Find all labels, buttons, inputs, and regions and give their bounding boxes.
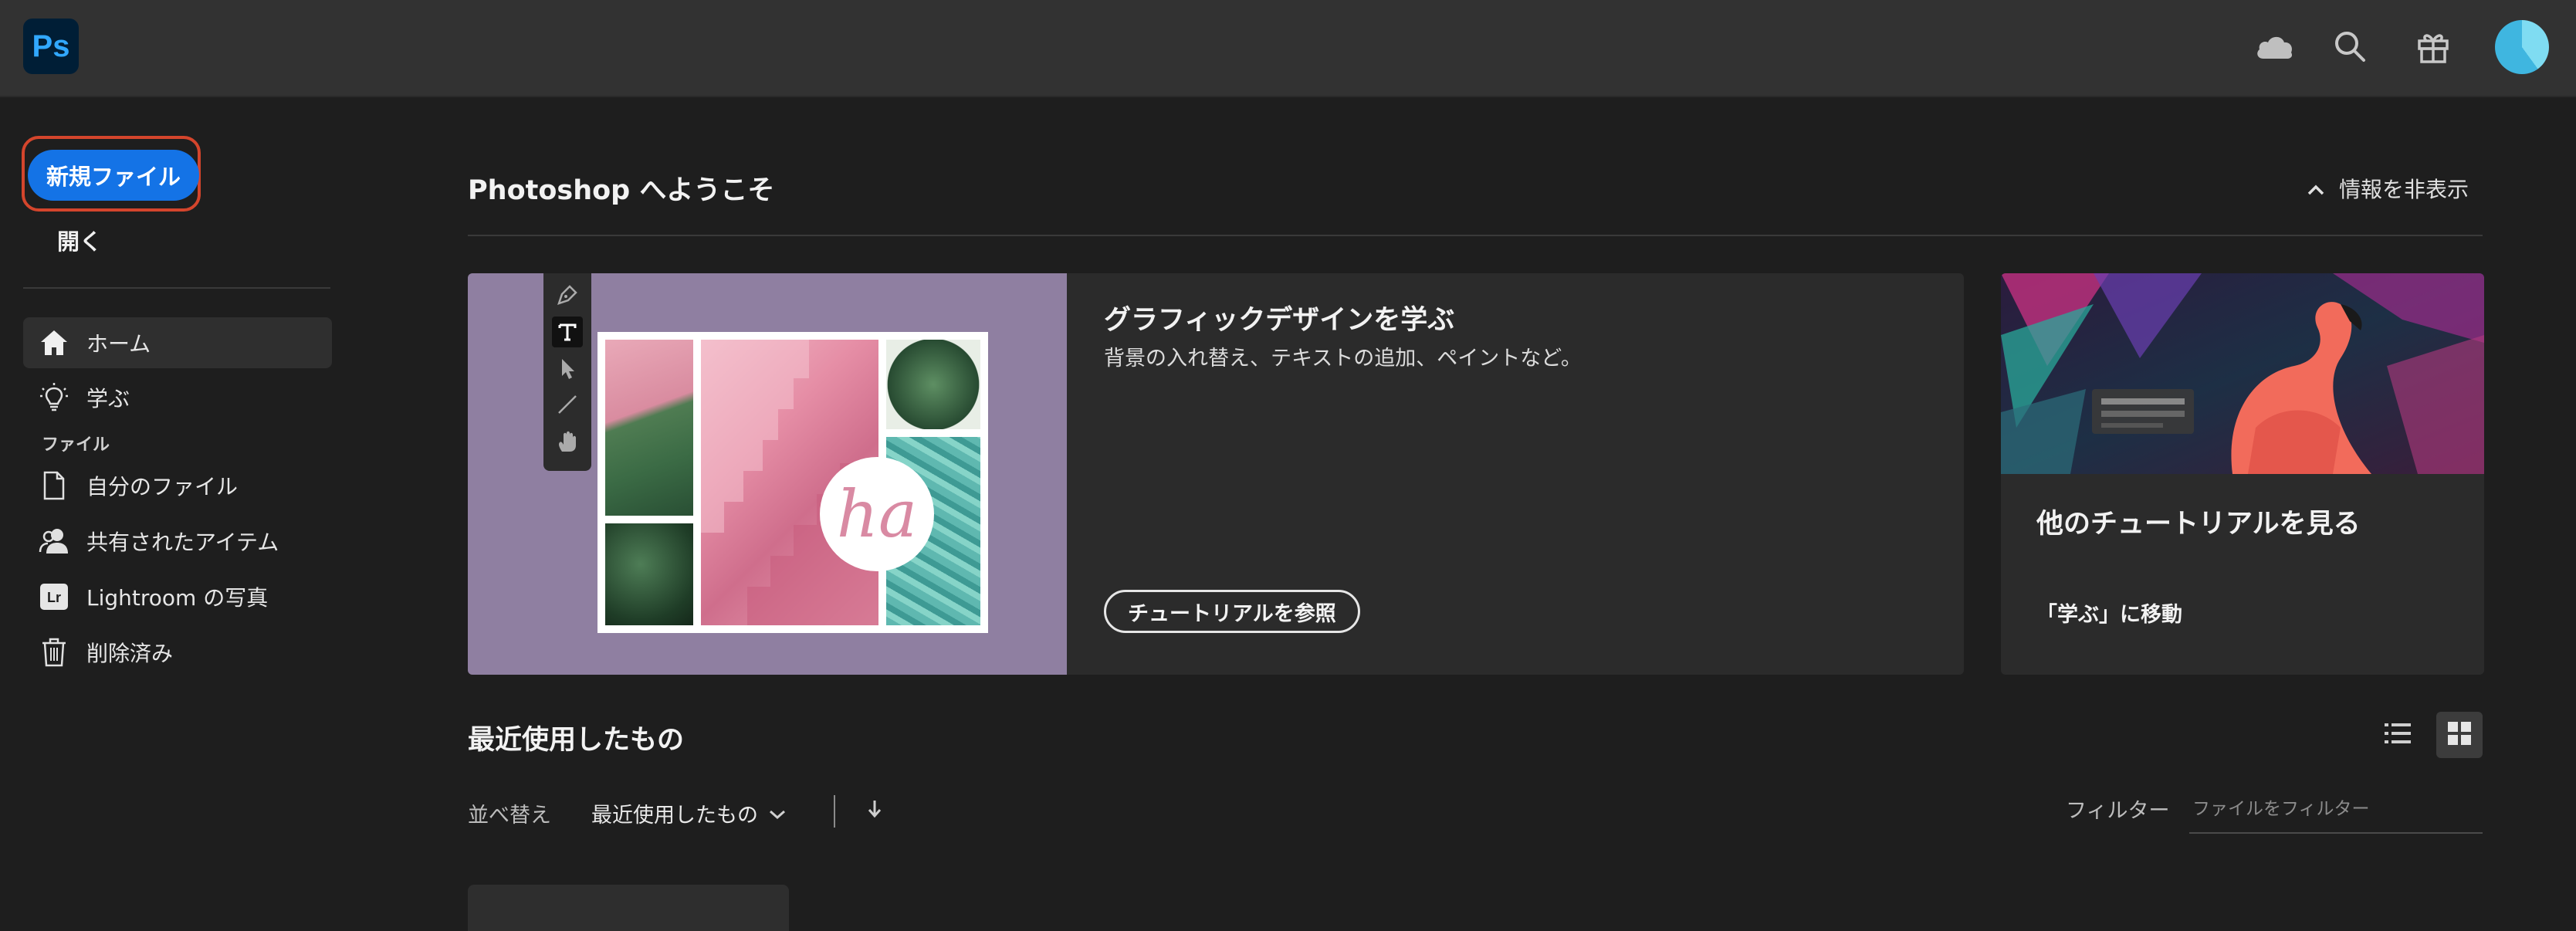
sidebar-item-shared[interactable]: 共有されたアイテム [23, 516, 332, 567]
view-tutorial-button[interactable]: チュートリアルを参照 [1104, 590, 1360, 633]
select-tool-icon [552, 354, 583, 384]
go-to-learn-link[interactable]: 「学ぶ」に移動 [2036, 598, 2182, 628]
sort-direction-button[interactable] [863, 795, 886, 826]
cactus-photo [605, 340, 693, 516]
sidebar-item-label: ホーム [86, 331, 151, 357]
home-icon [37, 326, 71, 360]
open-button[interactable]: 開く [57, 224, 102, 256]
arrow-down-icon [867, 798, 882, 823]
pen-tool-icon [552, 279, 583, 310]
sidebar-item-home[interactable]: ホーム [23, 317, 332, 368]
grid-view-button[interactable] [2436, 712, 2483, 758]
lightbulb-icon [37, 381, 71, 415]
trash-icon [37, 635, 71, 669]
tutorial-title: グラフィックデザインを学ぶ [1104, 305, 1455, 336]
design-collage: ha [597, 332, 988, 633]
sidebar-item-label: 削除済み [86, 641, 174, 666]
sidebar-item-label: 共有されたアイテム [86, 530, 279, 555]
filter-input[interactable] [2189, 786, 2483, 834]
tutorial-description: 背景の入れ替え、テキストの追加、ペイントなど。 [1104, 347, 1582, 371]
sort-divider [834, 795, 835, 828]
sidebar-item-deleted[interactable]: 削除済み [23, 627, 332, 678]
ha-logo-circle: ha [820, 457, 934, 571]
list-view-icon [2384, 722, 2412, 748]
sidebar-divider [23, 287, 330, 289]
sidebar-item-label: 学ぶ [86, 386, 130, 411]
files-section-heading: ファイル [42, 435, 110, 455]
hand-tool-icon [552, 426, 583, 457]
more-tutorials-title: 他のチュートリアルを見る [2036, 509, 2361, 540]
sidebar-item-my-files[interactable]: 自分のファイル [23, 460, 332, 511]
line-tool-icon [552, 389, 583, 420]
tutorial-illustration: ha [468, 273, 1067, 675]
filter-label: フィルター [2066, 799, 2170, 823]
grid-view-icon [2447, 721, 2472, 749]
chevron-up-icon [2307, 176, 2325, 201]
header-divider [468, 235, 2483, 236]
search-icon[interactable] [2327, 23, 2373, 69]
sort-dropdown[interactable]: 最近使用したもの [591, 798, 786, 828]
recent-section-title: 最近使用したもの [468, 725, 685, 756]
hide-info-toggle[interactable]: 情報を非表示 [2307, 173, 2469, 204]
ha-logo-text: ha [836, 476, 918, 552]
sidebar-item-lightroom[interactable]: Lr Lightroom の写真 [23, 571, 332, 622]
sidebar-item-label: 自分のファイル [86, 474, 239, 499]
document-icon [37, 469, 71, 503]
sort-value: 最近使用したもの [591, 804, 758, 828]
more-tutorials-card[interactable]: 他のチュートリアルを見る 「学ぶ」に移動 [2001, 273, 2484, 675]
flamingo-illustration [2001, 273, 2484, 474]
tools-panel-graphic [543, 273, 591, 471]
new-file-button[interactable]: 新規ファイル [28, 150, 199, 201]
sidebar-item-label: Lightroom の写真 [86, 585, 269, 611]
chevron-down-icon [769, 801, 786, 825]
monstera-photo [886, 340, 980, 429]
photoshop-logo[interactable]: Ps [23, 19, 79, 74]
avatar[interactable] [2495, 20, 2549, 74]
hide-info-label: 情報を非表示 [2339, 177, 2469, 202]
shared-users-icon [37, 524, 71, 558]
list-view-button[interactable] [2375, 712, 2421, 758]
top-bar: Ps [0, 0, 2576, 97]
leaves-photo [605, 523, 693, 625]
recent-file-card[interactable] [468, 885, 789, 931]
gift-icon[interactable] [2410, 23, 2456, 69]
page-title: Photoshop へようこそ [468, 175, 775, 206]
lightroom-icon: Lr [37, 580, 71, 614]
featured-tutorial-card[interactable]: ha グラフィックデザインを学ぶ 背景の入れ替え、テキストの追加、ペイントなど。… [468, 273, 1964, 675]
type-tool-icon [552, 317, 583, 347]
sort-label: 並べ替え [468, 804, 551, 828]
sidebar-item-learn[interactable]: 学ぶ [23, 372, 332, 423]
svg-text:Lr: Lr [47, 590, 61, 605]
cloud-icon[interactable] [2251, 23, 2297, 69]
